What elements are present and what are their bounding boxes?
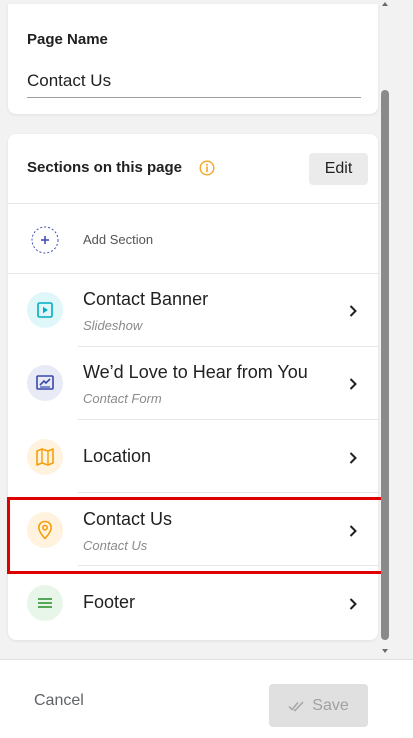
page-name-label: Page Name	[27, 31, 108, 48]
sections-header: Sections on this page Edit	[8, 134, 378, 204]
section-title: We’d Love to Hear from You	[83, 362, 308, 382]
page-name-card: Page Name	[8, 4, 378, 114]
section-title: Location	[83, 446, 152, 466]
scrollbar-thumb[interactable]	[381, 90, 389, 640]
section-item-location[interactable]: Location	[8, 420, 378, 493]
section-item-contact-banner[interactable]: Contact Banner Slideshow	[8, 274, 378, 347]
edit-button[interactable]: Edit	[309, 153, 368, 185]
footer-icon	[27, 585, 63, 621]
add-section-button[interactable]: Add Section	[8, 205, 378, 274]
section-item-footer[interactable]: Footer	[8, 566, 378, 639]
add-section-label: Add Section	[83, 232, 154, 247]
section-item-contact-form[interactable]: We’d Love to Hear from You Contact Form	[8, 347, 378, 420]
chevron-right-icon	[349, 452, 357, 464]
info-icon[interactable]	[199, 160, 215, 176]
double-check-icon	[288, 700, 304, 712]
section-title: Contact Us	[83, 509, 173, 529]
action-bar: Cancel Save	[0, 659, 413, 738]
slideshow-icon	[27, 292, 63, 328]
location-pin-icon	[27, 512, 63, 548]
chevron-right-icon	[349, 525, 357, 537]
save-button[interactable]: Save	[269, 684, 368, 727]
contact-form-icon	[27, 365, 63, 401]
add-icon	[31, 226, 59, 254]
scroll-up-arrow-icon[interactable]	[381, 0, 389, 8]
section-item-contact-us[interactable]: Contact Us Contact Us	[8, 493, 378, 566]
cancel-button[interactable]: Cancel	[22, 688, 96, 714]
section-title: Contact Banner	[83, 289, 209, 309]
scrollbar[interactable]	[379, 0, 391, 659]
sections-card: Sections on this page Edit Add Section C…	[8, 134, 378, 640]
page-name-input[interactable]	[27, 64, 361, 98]
map-icon	[27, 439, 63, 475]
page-settings-panel: Page Name Sections on this page Edit Add…	[0, 0, 413, 659]
scroll-down-arrow-icon[interactable]	[381, 647, 389, 655]
section-subtitle: Slideshow	[83, 318, 143, 333]
sections-title: Sections on this page	[27, 159, 183, 176]
chevron-right-icon	[349, 598, 357, 610]
chevron-right-icon	[349, 305, 357, 317]
section-subtitle: Contact Form	[83, 391, 162, 406]
save-label: Save	[312, 696, 349, 714]
section-title: Footer	[83, 592, 136, 612]
section-subtitle: Contact Us	[83, 538, 148, 553]
chevron-right-icon	[349, 378, 357, 390]
